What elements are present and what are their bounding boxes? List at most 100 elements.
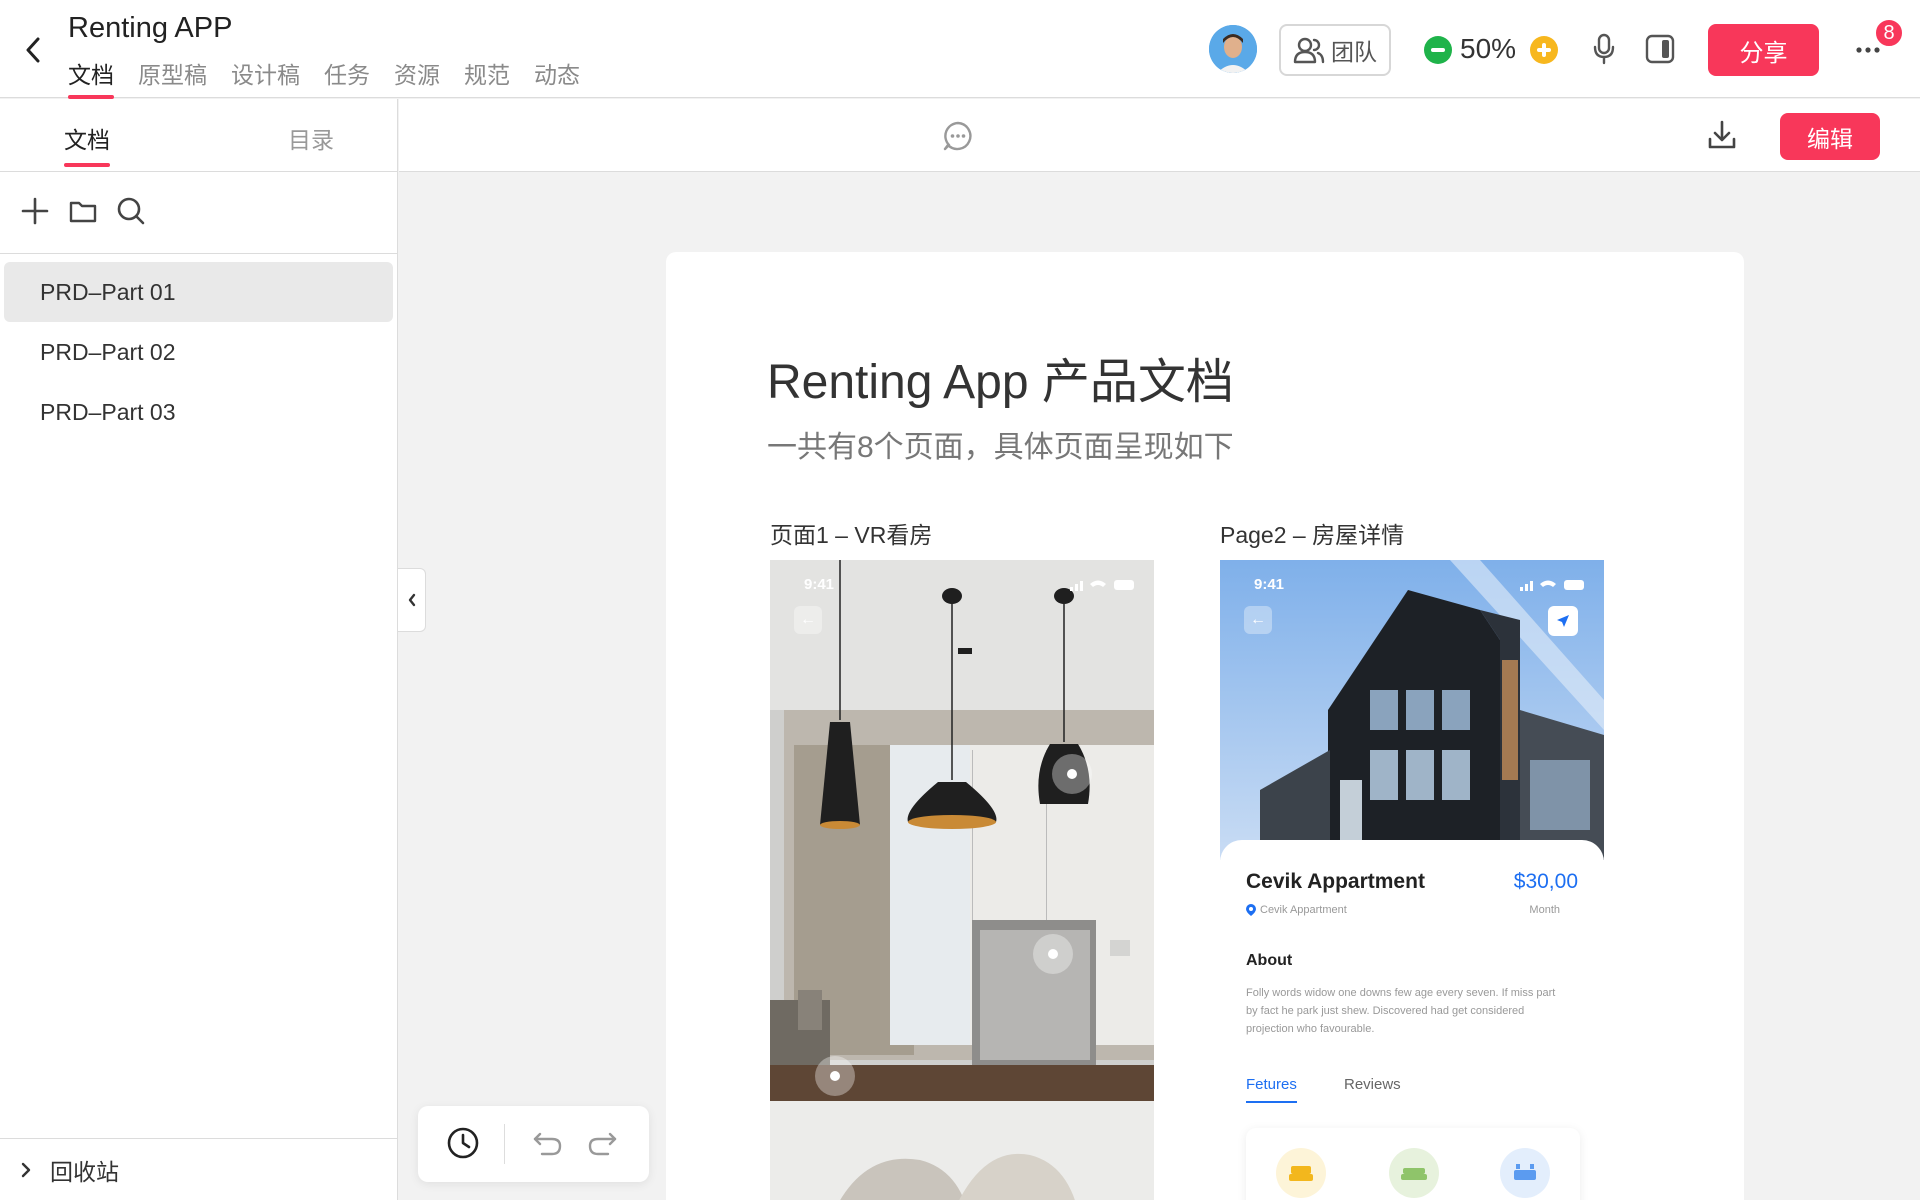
page2-label: Page2 – 房屋详情 — [1220, 522, 1405, 548]
notification-badge: 8 — [1874, 18, 1904, 48]
undo-button[interactable] — [532, 1130, 564, 1163]
kitchen-photo — [770, 560, 1154, 1200]
team-label: 团队 — [1331, 39, 1377, 65]
vr-hotspot[interactable] — [1033, 934, 1073, 974]
about-heading: About — [1246, 952, 1293, 969]
download-icon — [1708, 120, 1736, 149]
vr-hotspot[interactable] — [1052, 754, 1092, 794]
chevron-right-icon — [21, 1162, 31, 1177]
tab-features[interactable]: Fetures — [1246, 1076, 1297, 1103]
search-button[interactable] — [116, 196, 146, 231]
price-unit: Month — [1529, 904, 1560, 916]
page1-label: 页面1 – VR看房 — [770, 522, 933, 548]
status-time: 9:41 — [804, 576, 835, 593]
zoom-out-button[interactable] — [1424, 36, 1452, 64]
chevron-left-icon — [26, 37, 40, 63]
tab-resources[interactable]: 资源 — [394, 56, 440, 99]
edit-button[interactable]: 编辑 — [1780, 113, 1880, 160]
chevron-left-icon — [408, 593, 415, 607]
navigate-button[interactable] — [1548, 606, 1578, 636]
sidebar-tabs: 文档 目录 — [0, 99, 397, 172]
history-toolbar — [418, 1106, 649, 1182]
feature-item — [1389, 1148, 1439, 1198]
about-text: Folly words widow one downs few age ever… — [1246, 987, 1556, 1035]
user-avatar-icon — [1209, 25, 1257, 73]
top-bar: Renting APP 文档 原型稿 设计稿 任务 资源 规范 动态 团队 50… — [0, 0, 1920, 99]
status-time: 9:41 — [1254, 576, 1285, 593]
status-icons — [1070, 578, 1136, 597]
new-folder-button[interactable] — [68, 196, 98, 231]
doc-item-part-03[interactable]: PRD–Part 03 — [4, 382, 393, 442]
document-title: Renting App 产品文档 — [767, 356, 1234, 409]
zoom-level: 50% — [1460, 33, 1517, 64]
search-icon — [117, 197, 145, 225]
microphone-icon — [1593, 33, 1615, 65]
clock-icon — [447, 1127, 479, 1159]
building-photo — [1220, 560, 1604, 860]
tab-activity[interactable]: 动态 — [534, 56, 580, 99]
vr-view-screen: 9:41 ← — [770, 560, 1154, 1200]
undo-icon — [533, 1132, 562, 1156]
tab-specs[interactable]: 规范 — [464, 56, 510, 99]
back-arrow-icon[interactable]: ← — [794, 606, 822, 634]
back-button[interactable] — [18, 30, 48, 70]
document-canvas: Renting App 产品文档 一共有8个页面，具体页面呈现如下 页面1 – … — [666, 252, 1744, 1200]
team-icon — [1293, 37, 1325, 64]
sofa-icon — [1289, 1166, 1313, 1181]
status-icons — [1520, 578, 1586, 597]
vr-hotspot[interactable] — [815, 1056, 855, 1096]
side-panel-icon — [1645, 34, 1675, 64]
features-panel — [1246, 1128, 1580, 1200]
bed-icon — [1401, 1168, 1427, 1180]
location-pin-icon — [1246, 904, 1256, 916]
battery-signal-icon — [1070, 580, 1134, 591]
plus-icon — [21, 197, 49, 225]
detail-card: Cevik Appartment $30,00 Cevik Appartment… — [1220, 840, 1604, 1200]
comment-button[interactable] — [943, 121, 973, 156]
collapse-sidebar-button[interactable] — [398, 568, 426, 632]
doc-item-part-02[interactable]: PRD–Part 02 — [4, 322, 393, 382]
redo-button[interactable] — [586, 1130, 618, 1163]
zoom-in-button[interactable] — [1530, 36, 1558, 64]
sidebar: 文档 目录 PRD–Part 01 PRD–Part 02 PRD–Part 0… — [0, 99, 398, 1200]
toggle-panel-button[interactable] — [1645, 34, 1675, 69]
feature-item — [1276, 1148, 1326, 1198]
tab-docs[interactable]: 文档 — [68, 56, 114, 99]
avatar[interactable] — [1209, 25, 1257, 73]
chat-bubble-icon — [943, 121, 972, 151]
doc-item-part-01[interactable]: PRD–Part 01 — [4, 262, 393, 322]
add-doc-button[interactable] — [20, 196, 50, 231]
tab-tasks[interactable]: 任务 — [324, 56, 370, 99]
house-detail-screen: 9:41 ← Cevik Appartment $30,00 Cevik App… — [1220, 560, 1604, 1200]
apartment-name: Cevik Appartment — [1246, 870, 1425, 893]
tab-design[interactable]: 设计稿 — [231, 56, 300, 99]
back-arrow-icon[interactable]: ← — [1244, 606, 1272, 634]
download-button[interactable] — [1707, 119, 1737, 156]
team-button[interactable]: 团队 — [1279, 24, 1391, 76]
battery-signal-icon — [1520, 580, 1584, 591]
top-tabs: 文档 原型稿 设计稿 任务 资源 规范 动态 — [68, 56, 580, 99]
doc-list: PRD–Part 01 PRD–Part 02 PRD–Part 03 — [0, 254, 397, 450]
editor-toolbar: 编辑 — [399, 99, 1920, 172]
tab-reviews[interactable]: Reviews — [1344, 1076, 1401, 1093]
history-button[interactable] — [446, 1126, 480, 1165]
sidebar-tab-docs[interactable]: 文档 — [64, 121, 110, 167]
apartment-price: $30,00 — [1513, 870, 1578, 893]
app-title: Renting APP — [68, 12, 233, 44]
location-arrow-icon — [1557, 615, 1569, 627]
sidebar-toolbar — [0, 172, 397, 254]
apartment-location-text: Cevik Appartment — [1260, 904, 1347, 916]
trash-item[interactable]: 回收站 — [0, 1138, 397, 1200]
microphone-button[interactable] — [1592, 33, 1616, 70]
document-subtitle: 一共有8个页面，具体页面呈现如下 — [767, 431, 1234, 464]
sidebar-tab-outline[interactable]: 目录 — [288, 121, 334, 167]
redo-icon — [588, 1132, 617, 1156]
divider — [504, 1124, 505, 1164]
tab-prototype[interactable]: 原型稿 — [138, 56, 207, 99]
feature-item — [1500, 1148, 1550, 1198]
folder-icon — [69, 201, 97, 223]
share-button[interactable]: 分享 — [1708, 24, 1819, 76]
apartment-location: Cevik Appartment — [1246, 904, 1347, 916]
kitchen-icon — [1514, 1164, 1536, 1180]
trash-label: 回收站 — [50, 1158, 119, 1185]
